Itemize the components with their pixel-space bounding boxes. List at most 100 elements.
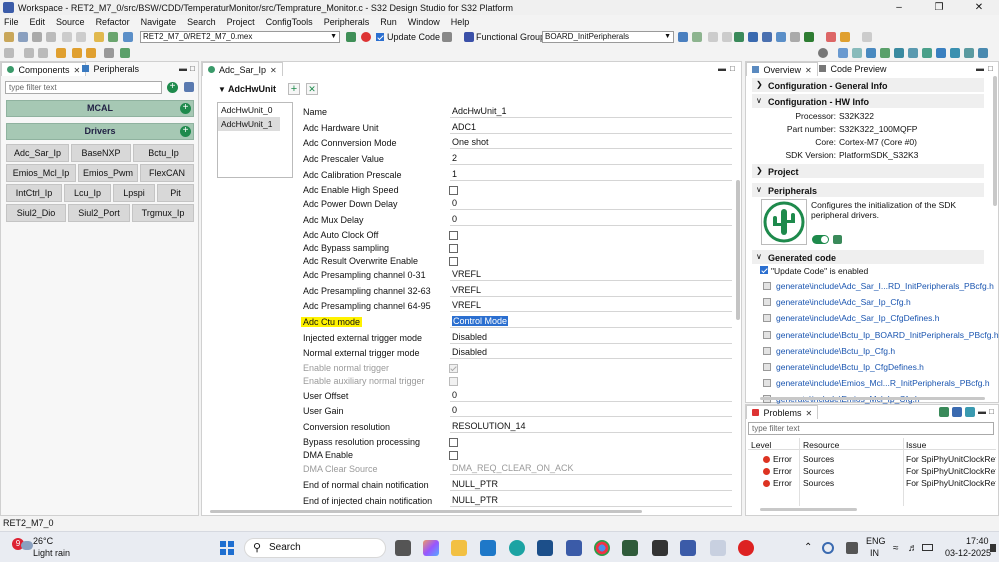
lightbulb-icon[interactable]: [939, 407, 949, 417]
battery-saver-icon[interactable]: [846, 542, 858, 554]
generated-file-link[interactable]: generate\include\Bctu_Ip_Cfg.h: [776, 346, 895, 356]
add-driver-icon[interactable]: +: [180, 126, 191, 137]
file-checkbox[interactable]: [763, 379, 771, 388]
battery-icon[interactable]: [922, 544, 933, 551]
minimize-overview-icon[interactable]: ▬: [976, 64, 984, 73]
editor-hscroll[interactable]: [210, 510, 642, 513]
field-checkbox[interactable]: [449, 438, 458, 447]
overview-vscroll[interactable]: [993, 76, 997, 206]
warning-icon[interactable]: [361, 32, 371, 42]
overview-hscroll[interactable]: [760, 397, 985, 400]
lang-label[interactable]: ENG: [866, 536, 886, 546]
drivers-category[interactable]: Drivers: [6, 123, 194, 140]
perspective-c-icon[interactable]: [852, 48, 862, 58]
field-value[interactable]: Disabled: [450, 346, 732, 359]
chrome-icon[interactable]: [594, 540, 610, 556]
sort-icon[interactable]: [184, 82, 194, 92]
field-value[interactable]: 0: [450, 389, 732, 402]
tab-code-preview[interactable]: Code Preview: [814, 62, 892, 76]
driver-emios-pwm[interactable]: Emios_Pwm: [78, 164, 138, 182]
add-component-icon[interactable]: +: [167, 82, 178, 93]
table-row[interactable]: Error Sources For SpiPhyUnitClockRef, cc: [748, 477, 996, 489]
taskbar-search[interactable]: ⚲ Search: [244, 538, 386, 558]
minimize-editor-icon[interactable]: ▬: [718, 64, 726, 73]
generated-code-title[interactable]: Generated code: [768, 253, 836, 263]
driver-trgmux-ip[interactable]: Trgmux_Ip: [132, 204, 194, 222]
menu-navigate[interactable]: Navigate: [141, 17, 177, 27]
edge-icon[interactable]: [509, 540, 525, 556]
forward-nav-icon[interactable]: [104, 48, 114, 58]
driver-siul2-port[interactable]: Siul2_Port: [68, 204, 130, 222]
close-icon[interactable]: ✕: [959, 0, 999, 15]
clocks-icon[interactable]: [776, 32, 786, 42]
forward-icon[interactable]: [722, 32, 732, 42]
tool-icon[interactable]: [790, 32, 800, 42]
export-icon[interactable]: [734, 32, 744, 42]
perspective-clocks-icon[interactable]: [908, 48, 918, 58]
maximize-editor-icon[interactable]: □: [730, 64, 735, 73]
group-add-icon[interactable]: [692, 32, 702, 42]
perspective-pins-icon[interactable]: [894, 48, 904, 58]
generated-file-link[interactable]: generate\include\Adc_Sar_Ip_CfgDefines.h: [776, 313, 940, 323]
menu-source[interactable]: Source: [56, 17, 85, 27]
peripherals-tool-tile[interactable]: [761, 199, 807, 245]
perspective-ddr-icon[interactable]: [936, 48, 946, 58]
tab-components[interactable]: Components ✕: [1, 62, 87, 76]
terminal-icon[interactable]: [622, 540, 638, 556]
notification-icon[interactable]: [990, 544, 996, 552]
redo-icon[interactable]: [76, 32, 86, 42]
save-all-icon[interactable]: [32, 32, 42, 42]
perspective-peripherals-icon[interactable]: [922, 48, 932, 58]
history-back-icon[interactable]: [56, 48, 66, 58]
menu-refactor[interactable]: Refactor: [96, 17, 130, 27]
driver-siul2-dio[interactable]: Siul2_Dio: [6, 204, 66, 222]
driver-adc-sar-ip[interactable]: Adc_Sar_Ip: [6, 144, 69, 162]
maximize-icon[interactable]: ❐: [919, 0, 959, 15]
perspective-git-icon[interactable]: [880, 48, 890, 58]
refresh-icon[interactable]: [108, 32, 118, 42]
s32ds-icon[interactable]: [566, 540, 582, 556]
b-icon[interactable]: [952, 407, 962, 417]
app-red-icon[interactable]: [738, 540, 754, 556]
field-value[interactable]: ADC1: [450, 121, 732, 134]
perspective-debug-icon[interactable]: [866, 48, 876, 58]
file-checkbox[interactable]: [763, 314, 771, 323]
close-icon[interactable]: ✕: [805, 66, 812, 75]
pins-icon[interactable]: [762, 32, 772, 42]
back-icon[interactable]: [708, 32, 718, 42]
tab-overview[interactable]: Overview ✕: [746, 62, 818, 76]
pen-icon[interactable]: [862, 32, 872, 42]
annotation-icon[interactable]: [24, 48, 34, 58]
collapse-icon[interactable]: ▼: [218, 85, 226, 94]
rain-cloud-icon[interactable]: [21, 541, 33, 550]
vscode-icon[interactable]: [480, 540, 496, 556]
driver-flexcan[interactable]: FlexCAN: [140, 164, 194, 182]
generated-file-link[interactable]: generate\include\Bctu_Ip_CfgDefines.h: [776, 362, 924, 372]
general-info-title[interactable]: Configuration - General Info: [768, 81, 888, 91]
speaker-icon[interactable]: ♬: [908, 543, 918, 554]
field-value[interactable]: Disabled: [450, 331, 732, 344]
unit-item-0[interactable]: AdcHwUnit_0: [218, 103, 292, 117]
driver-basenxp[interactable]: BaseNXP: [71, 144, 131, 162]
driver-lcu-ip[interactable]: Lcu_Ip: [64, 184, 111, 202]
update-code-label[interactable]: Update Code: [387, 31, 440, 43]
field-checkbox[interactable]: [449, 244, 458, 253]
open-folder-icon[interactable]: [94, 32, 104, 42]
functional-group-combo[interactable]: BOARD_InitPeripherals ▼: [542, 31, 674, 43]
field-value[interactable]: 0: [450, 197, 732, 210]
components-filter-input[interactable]: type filter text: [5, 81, 162, 94]
menu-edit[interactable]: Edit: [30, 17, 46, 27]
field-checkbox[interactable]: [449, 257, 458, 266]
selected-text[interactable]: Control Mode: [452, 316, 509, 326]
update-code-checkbox[interactable]: [376, 33, 384, 41]
field-value[interactable]: 1: [450, 168, 732, 181]
menu-file[interactable]: File: [4, 17, 19, 27]
nav-icon[interactable]: [4, 48, 14, 58]
perspective-sdk-icon[interactable]: [964, 48, 974, 58]
problems-filter-input[interactable]: type filter text: [748, 422, 994, 435]
store-icon[interactable]: [537, 540, 553, 556]
user-icon[interactable]: [833, 235, 842, 244]
snipping-tool-icon[interactable]: [710, 540, 726, 556]
field-value[interactable]: AdcHwUnit_1: [450, 105, 732, 118]
group-settings-icon[interactable]: [678, 32, 688, 42]
